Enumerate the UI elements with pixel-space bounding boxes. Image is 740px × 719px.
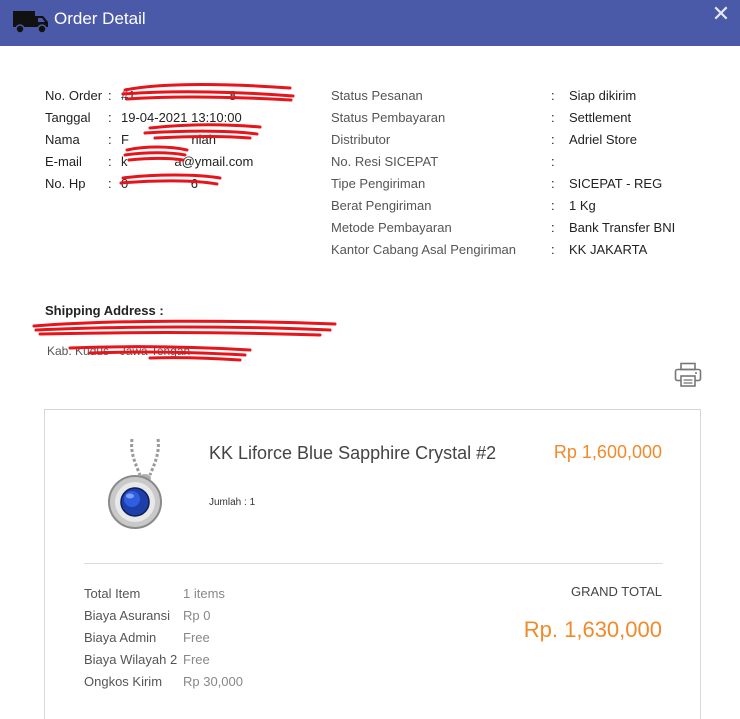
summary-label: Biaya Wilayah 2 — [84, 652, 178, 667]
info-colon: : — [108, 132, 112, 147]
info-label: No. Order — [45, 88, 103, 103]
info-colon: : — [108, 88, 112, 103]
info-colon: : — [108, 176, 112, 191]
product-price: Rp 1,600,000 — [553, 442, 662, 462]
info-colon: : — [551, 242, 555, 257]
info-value: 19-04-2021 13:10:00 — [121, 110, 242, 125]
info-colon: : — [551, 132, 555, 147]
summary-label: Ongkos Kirim — [84, 674, 163, 689]
info-label: Nama — [45, 132, 80, 147]
info-colon: : — [551, 154, 555, 169]
shipping-address-title: Shipping Address : — [45, 303, 164, 318]
info-label: No. Resi SICEPAT — [331, 154, 439, 169]
info-label: No. Hp — [45, 176, 86, 191]
info-value: k a@ymail.com — [121, 154, 254, 169]
info-colon: : — [551, 88, 555, 103]
info-value: Bank Transfer BNI — [569, 220, 676, 235]
order-item-card: KK Liforce Blue Sapphire Crystal #2 Juml… — [44, 409, 701, 719]
info-colon: : — [551, 198, 555, 213]
summary-value: Free — [183, 630, 210, 645]
info-colon: : — [551, 176, 555, 191]
close-icon[interactable]: ✕ — [710, 3, 732, 25]
info-label: Status Pesanan — [331, 88, 423, 103]
summary-label: Biaya Asuransi — [84, 608, 170, 623]
info-value: 1 Kg — [569, 198, 596, 213]
info-label: Berat Pengiriman — [331, 198, 432, 213]
summary-value: Rp 0 — [183, 608, 211, 623]
info-label: Tanggal — [45, 110, 91, 125]
info-value: KK JAKARTA — [569, 242, 648, 257]
info-value: Settlement — [569, 110, 632, 125]
info-label: E-mail — [45, 154, 82, 169]
summary-label: Total Item — [84, 586, 141, 601]
info-colon: : — [551, 110, 555, 125]
grand-total-value: Rp. 1,630,000 — [523, 617, 662, 642]
summary-value: Free — [183, 652, 210, 667]
info-value: Siap dikirim — [569, 88, 637, 103]
info-value: SICEPAT - REG — [569, 176, 663, 191]
redaction-scribble — [32, 319, 337, 362]
info-label: Kantor Cabang Asal Pengiriman — [331, 242, 517, 257]
info-label: Distributor — [331, 132, 391, 147]
info-label: Status Pembayaran — [331, 110, 446, 125]
product-quantity: Jumlah : 1 — [209, 497, 256, 508]
grand-total-label: GRAND TOTAL — [570, 584, 662, 599]
shipping-address-line: Kab. Kudus - Jawa Tengah — [47, 344, 191, 358]
truck-icon — [13, 11, 48, 34]
summary-value: 1 items — [183, 586, 225, 601]
info-value: 0 6 — [121, 176, 198, 191]
info-label: Metode Pembayaran — [331, 220, 452, 235]
info-colon: : — [108, 154, 112, 169]
printer-icon[interactable] — [674, 362, 702, 388]
modal-title: Order Detail — [54, 9, 146, 28]
product-name[interactable]: KK Liforce Blue Sapphire Crystal #2 — [209, 441, 509, 466]
info-value: Adriel Store — [569, 132, 637, 147]
info-value: F niah — [121, 132, 216, 147]
product-image — [108, 438, 162, 529]
modal-header: Order Detail ✕ — [0, 0, 740, 46]
summary-value: Rp 30,000 — [183, 674, 243, 689]
summary-label: Biaya Admin — [84, 630, 157, 645]
info-colon: : — [551, 220, 555, 235]
divider — [84, 563, 663, 564]
info-label: Tipe Pengiriman — [331, 176, 426, 191]
info-colon: : — [108, 110, 112, 125]
info-value: #1 8 — [121, 88, 237, 103]
